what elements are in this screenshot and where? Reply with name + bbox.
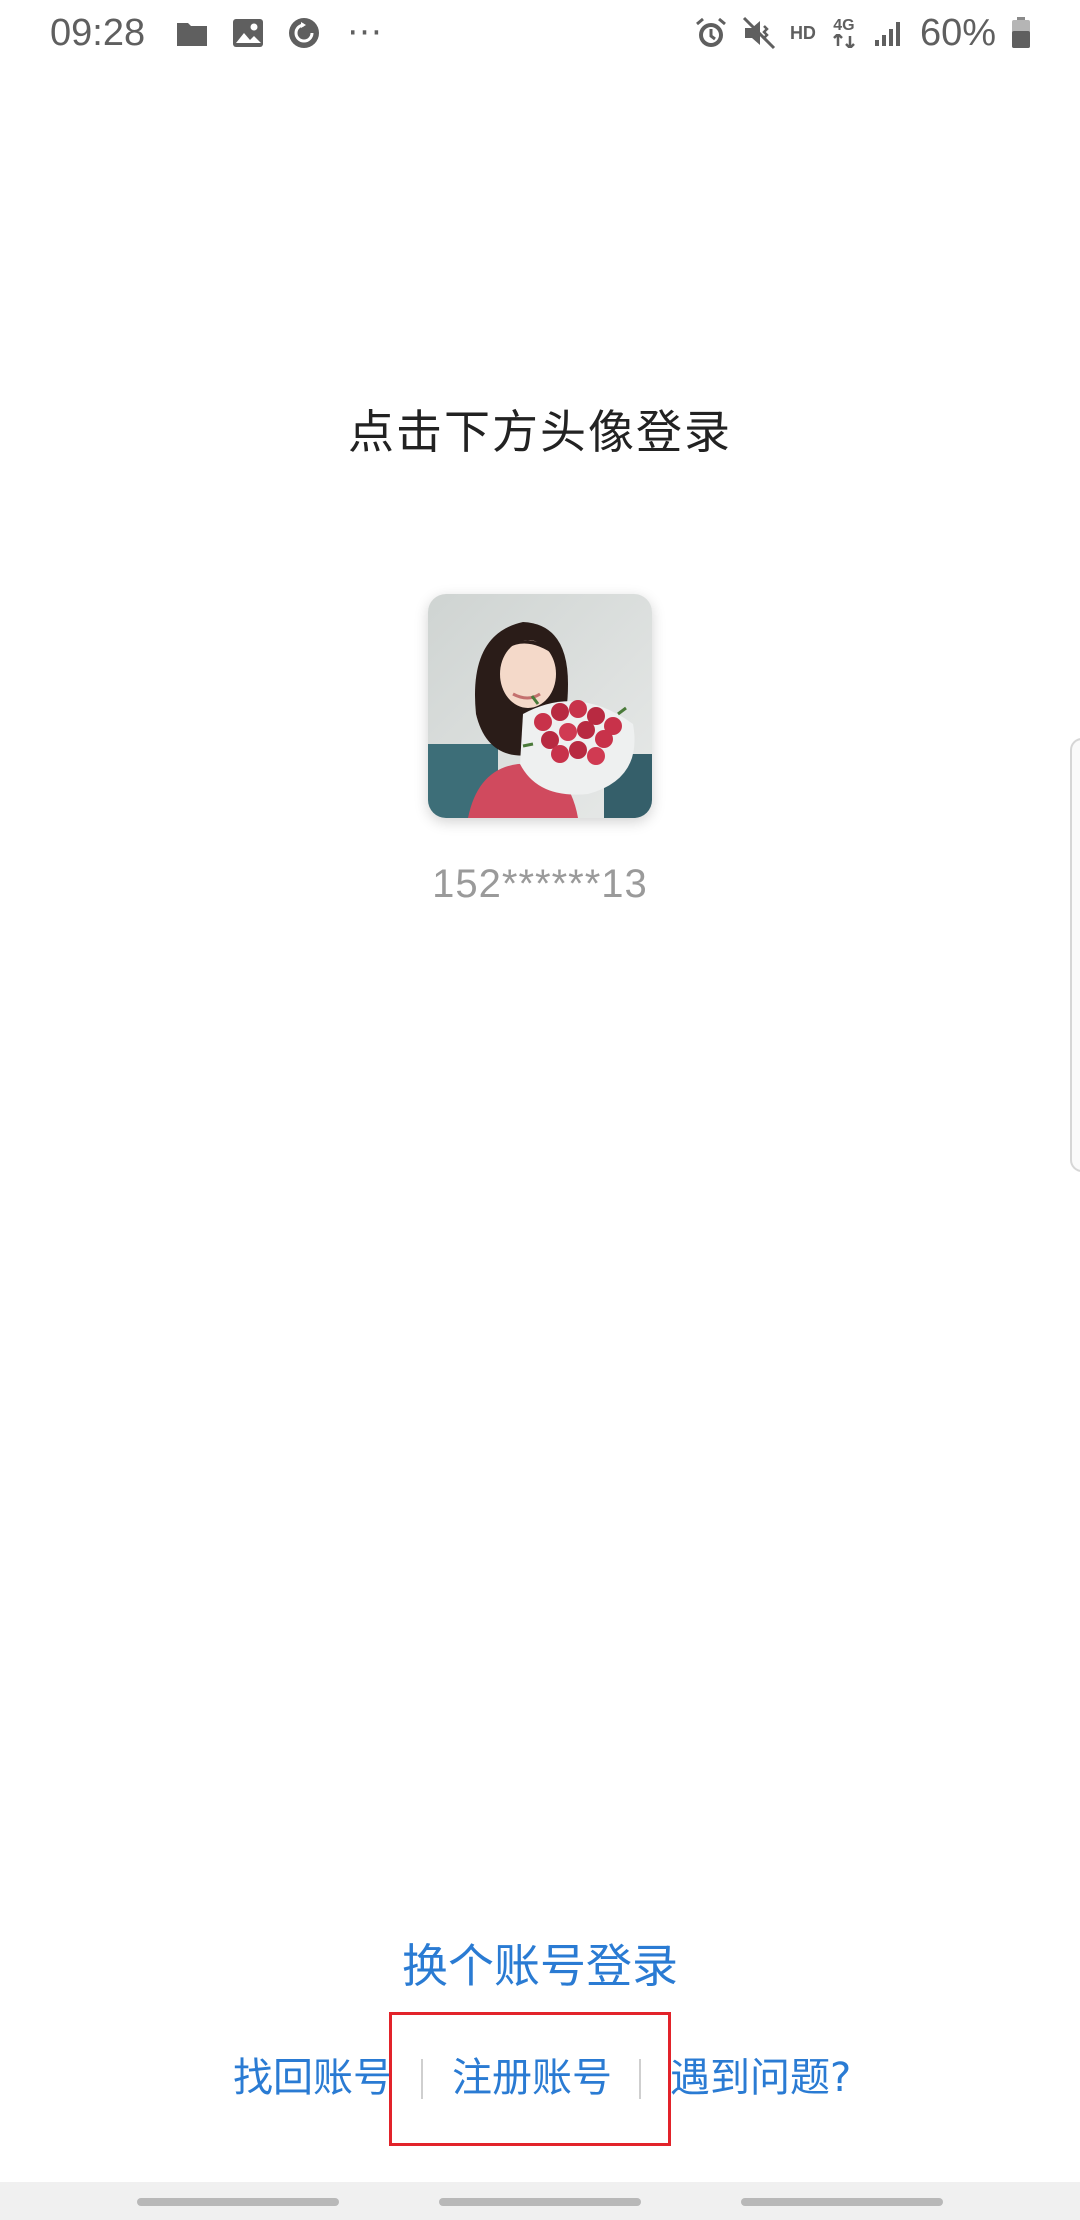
sync-icon [287, 16, 321, 50]
nav-recents-button[interactable] [137, 2198, 339, 2206]
divider [639, 2059, 641, 2099]
signal-icon [872, 16, 906, 50]
switch-account-link[interactable]: 换个账号登录 [0, 1930, 1080, 1996]
status-left: 09:28 ··· [50, 0, 387, 66]
recover-account-link[interactable]: 找回账号 [233, 2045, 393, 2103]
nav-home-button[interactable] [439, 2198, 641, 2206]
avatar-image [428, 594, 652, 818]
register-account-link[interactable]: 注册账号 [452, 2045, 612, 2103]
edge-panel-handle[interactable] [1070, 738, 1080, 1172]
battery-icon [1010, 16, 1032, 50]
status-right: HD 4G 60% [694, 0, 1032, 66]
hd-icon: HD [789, 22, 816, 43]
page-title: 点击下方头像登录 [348, 405, 732, 459]
network-type-label: 4G [833, 17, 855, 34]
status-bar: 09:28 ··· HD 4G 60% [0, 0, 1080, 66]
4g-icon: 4G [830, 16, 858, 50]
login-screen: 09:28 ··· HD 4G 60% 点击下方头像登录 152******13… [0, 0, 1080, 2220]
navigation-bar [0, 2182, 1080, 2220]
battery-percent: 60% [919, 11, 996, 54]
user-avatar-button[interactable] [428, 594, 652, 818]
status-time: 09:28 [50, 11, 146, 54]
alarm-icon [694, 16, 728, 50]
bottom-links: 找回账号 注册账号 遇到问题? [0, 2045, 1080, 2105]
more-dots-icon: ··· [347, 13, 383, 53]
mute-vibrate-icon [742, 16, 776, 50]
nav-back-button[interactable] [741, 2198, 943, 2206]
divider [421, 2059, 423, 2099]
masked-phone-number: 152******13 [432, 862, 648, 906]
image-icon [231, 16, 265, 50]
help-link[interactable]: 遇到问题? [670, 2045, 851, 2103]
folder-icon [175, 16, 209, 50]
